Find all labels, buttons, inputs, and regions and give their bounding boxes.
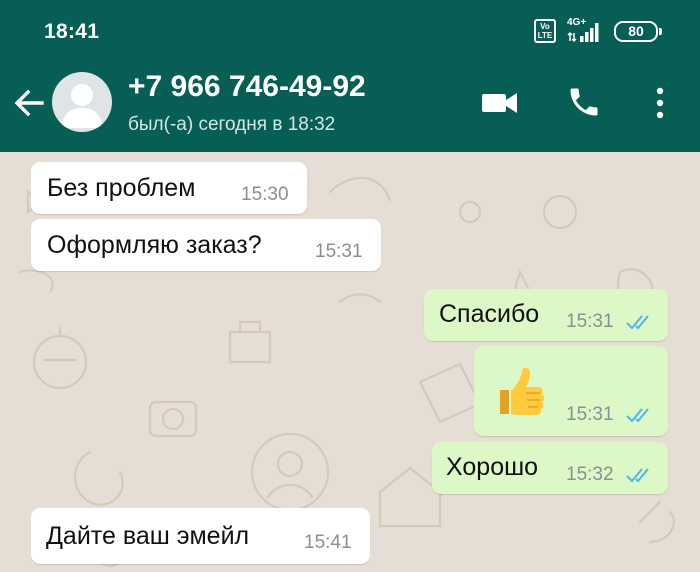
- message-time: 15:30: [241, 184, 289, 205]
- back-arrow-icon[interactable]: [12, 86, 46, 120]
- chat-header: +7 966 746-49-92 был(-а) сегодня в 18:32: [0, 52, 700, 152]
- message-text: Хорошо: [446, 453, 539, 481]
- thumbs-up-icon: [500, 367, 545, 415]
- default-avatar-icon: [61, 84, 103, 128]
- message-incoming[interactable]: Оформляю заказ? 15:31: [31, 219, 381, 271]
- read-receipt-icon: [626, 315, 649, 330]
- message-text: Оформляю заказ?: [47, 231, 262, 259]
- signal-icon: 4G+: [565, 17, 605, 43]
- status-bar: 18:41 Vo LTE 4G+ 80: [0, 0, 700, 52]
- message-time: 15:32: [566, 464, 614, 485]
- message-text: Спасибо: [439, 300, 540, 328]
- message-outgoing-emoji[interactable]: 15:31: [474, 346, 668, 436]
- volte-icon: Vo LTE: [534, 19, 556, 43]
- message-incoming[interactable]: Без проблем 15:30: [31, 162, 307, 214]
- more-options-icon[interactable]: [648, 84, 672, 122]
- battery-level: 80: [628, 22, 644, 39]
- message-text: Дайте ваш эмейл: [46, 522, 250, 550]
- last-seen-status: был(-а) сегодня в 18:32: [128, 114, 336, 135]
- status-icons: Vo LTE 4G+ 80: [534, 17, 662, 44]
- message-text: Без проблем: [47, 174, 196, 202]
- status-time: 18:41: [44, 20, 100, 43]
- message-time: 15:31: [315, 241, 363, 262]
- read-receipt-icon: [626, 408, 649, 423]
- message-outgoing[interactable]: Хорошо 15:32: [432, 442, 668, 494]
- phone-call-icon[interactable]: [566, 83, 602, 121]
- message-outgoing[interactable]: Спасибо 15:31: [424, 289, 668, 341]
- video-call-icon[interactable]: [480, 88, 520, 118]
- message-incoming[interactable]: Дайте ваш эмейл 15:41: [31, 508, 370, 564]
- chat-area[interactable]: Без проблем 15:30 Оформляю заказ? 15:31 …: [0, 152, 700, 572]
- avatar[interactable]: [52, 72, 112, 132]
- battery-icon: 80: [614, 20, 662, 42]
- contact-name[interactable]: +7 966 746-49-92: [128, 70, 366, 104]
- message-time: 15:41: [304, 532, 352, 553]
- message-time: 15:31: [566, 311, 614, 332]
- read-receipt-icon: [626, 468, 649, 483]
- message-time: 15:31: [566, 404, 614, 425]
